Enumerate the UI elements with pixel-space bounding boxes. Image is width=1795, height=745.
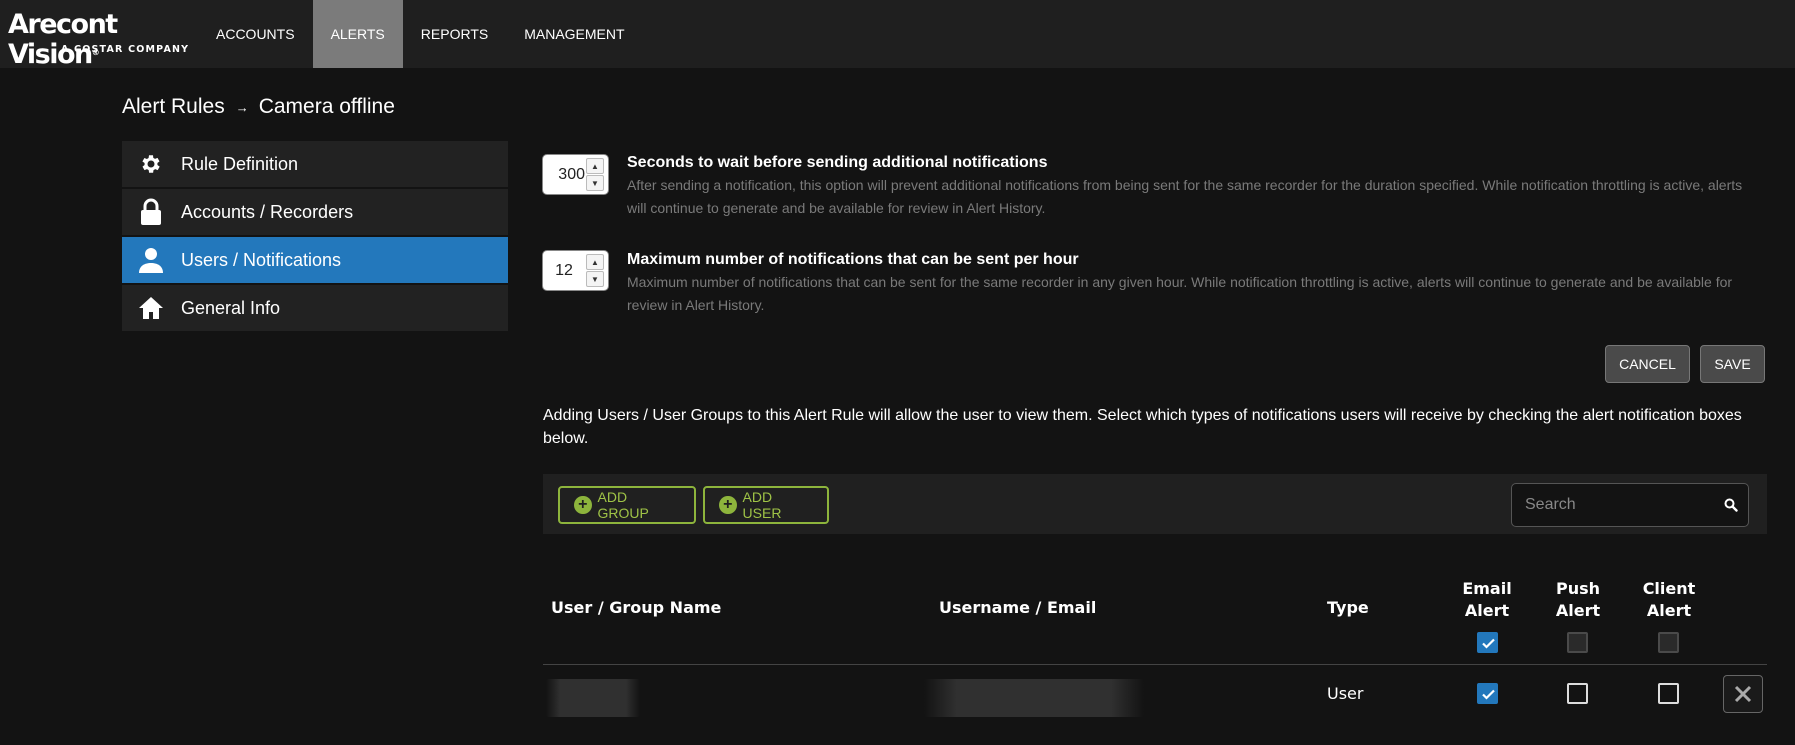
push-alert-header-line1: Push: [1555, 579, 1601, 598]
email-alert-select-all-checkbox[interactable]: [1477, 632, 1498, 653]
column-header-push-alert: Push Alert: [1543, 578, 1613, 622]
caret-down-icon: ▼: [591, 274, 599, 284]
sidebar-item-users-notifications[interactable]: Users / Notifications: [122, 237, 508, 283]
arecont-vision-logo[interactable]: Arecont Vision® A COSTAR COMPANY: [8, 10, 190, 70]
caret-down-icon: ▼: [591, 178, 599, 188]
wait-seconds-description: After sending a notification, this optio…: [627, 177, 1743, 216]
column-header-email-alert: Email Alert: [1452, 578, 1522, 622]
push-alert-header-line2: Alert: [1555, 601, 1601, 620]
add-user-button[interactable]: + ADD USER: [703, 486, 829, 524]
user-icon: [137, 246, 165, 274]
lock-icon: [137, 198, 165, 226]
breadcrumb: Alert Rules → Camera offline: [122, 95, 395, 119]
increment-button[interactable]: ▲: [586, 158, 604, 174]
plus-circle-icon: +: [574, 496, 592, 514]
search-box: [1511, 483, 1749, 527]
nav-accounts[interactable]: ACCOUNTS: [198, 0, 313, 68]
row-client-alert-checkbox[interactable]: [1658, 683, 1679, 704]
remove-row-button[interactable]: [1723, 675, 1763, 713]
decrement-button[interactable]: ▼: [586, 175, 604, 191]
column-header-client-alert: Client Alert: [1634, 578, 1704, 622]
max-per-hour-title: Maximum number of notifications that can…: [627, 251, 1079, 268]
close-icon: [1734, 685, 1752, 703]
sidebar-item-label: Rule Definition: [181, 153, 299, 174]
breadcrumb-parent[interactable]: Alert Rules: [122, 95, 225, 119]
plus-circle-icon: +: [719, 496, 737, 514]
sidebar-item-accounts-recorders[interactable]: Accounts / Recorders: [122, 189, 508, 235]
increment-button[interactable]: ▲: [586, 254, 604, 270]
breadcrumb-current: Camera offline: [258, 95, 395, 118]
max-per-hour-description: Maximum number of notifications that can…: [627, 274, 1733, 313]
redacted-username: [924, 679, 1144, 717]
add-group-button[interactable]: + ADD GROUP: [558, 486, 696, 524]
gear-icon: [137, 150, 165, 178]
max-per-hour-value[interactable]: 12: [543, 251, 585, 290]
home-icon: [137, 294, 165, 322]
main-nav: ACCOUNTS ALERTS REPORTS MANAGEMENT: [198, 0, 643, 68]
row-type: User: [1327, 684, 1364, 703]
push-alert-select-all-checkbox[interactable]: [1567, 632, 1588, 653]
row-email-alert-checkbox[interactable]: [1477, 683, 1498, 704]
client-alert-header-line2: Alert: [1646, 601, 1692, 620]
row-push-alert-checkbox[interactable]: [1567, 683, 1588, 704]
breadcrumb-arrow-icon: →: [235, 99, 249, 115]
column-header-type[interactable]: Type: [1327, 598, 1369, 617]
logo-tagline: A COSTAR COMPANY: [61, 44, 190, 55]
user-toolbar: + ADD GROUP + ADD USER: [543, 474, 1767, 534]
caret-up-icon: ▲: [591, 257, 599, 267]
add-group-label: ADD GROUP: [597, 489, 649, 521]
search-input[interactable]: [1512, 484, 1712, 526]
sidebar-item-general-info[interactable]: General Info: [122, 285, 508, 331]
decrement-button[interactable]: ▼: [586, 271, 604, 287]
wait-seconds-value[interactable]: 300: [543, 155, 587, 194]
sidebar-item-rule-definition[interactable]: Rule Definition: [122, 141, 508, 187]
wait-seconds-stepper[interactable]: 300 ▲ ▼: [542, 154, 609, 195]
table-divider: [543, 664, 1767, 665]
add-user-label: ADD USER: [742, 489, 782, 521]
max-per-hour-stepper[interactable]: 12 ▲ ▼: [542, 250, 609, 291]
email-alert-header-line2: Alert: [1464, 601, 1510, 620]
column-header-username[interactable]: Username / Email: [939, 598, 1096, 617]
checkmark-icon: [1482, 638, 1495, 649]
nav-management[interactable]: MANAGEMENT: [506, 0, 642, 68]
nav-alerts[interactable]: ALERTS: [312, 0, 403, 68]
client-alert-header-line1: Client: [1642, 579, 1696, 598]
column-header-name[interactable]: User / Group Name: [551, 598, 721, 617]
checkmark-icon: [1482, 689, 1495, 700]
caret-up-icon: ▲: [591, 161, 599, 171]
wait-seconds-title: Seconds to wait before sending additiona…: [627, 154, 1048, 171]
sidebar-item-label: General Info: [181, 297, 281, 318]
email-alert-header-line1: Email: [1462, 579, 1512, 598]
nav-reports[interactable]: REPORTS: [403, 0, 506, 68]
sidebar: Rule Definition Accounts / Recorders Use…: [122, 141, 508, 333]
sidebar-item-label: Accounts / Recorders: [181, 201, 354, 222]
search-icon[interactable]: [1724, 498, 1738, 512]
redacted-name: [546, 679, 640, 717]
notification-info-text: Adding Users / User Groups to this Alert…: [543, 407, 1742, 447]
logo-text: Arecont Vision: [8, 9, 118, 70]
client-alert-select-all-checkbox[interactable]: [1658, 632, 1679, 653]
sidebar-item-label: Users / Notifications: [181, 249, 342, 270]
top-navigation-bar: Arecont Vision® A COSTAR COMPANY ACCOUNT…: [0, 0, 1795, 70]
save-button[interactable]: SAVE: [1700, 345, 1765, 383]
cancel-button[interactable]: CANCEL: [1605, 345, 1690, 383]
